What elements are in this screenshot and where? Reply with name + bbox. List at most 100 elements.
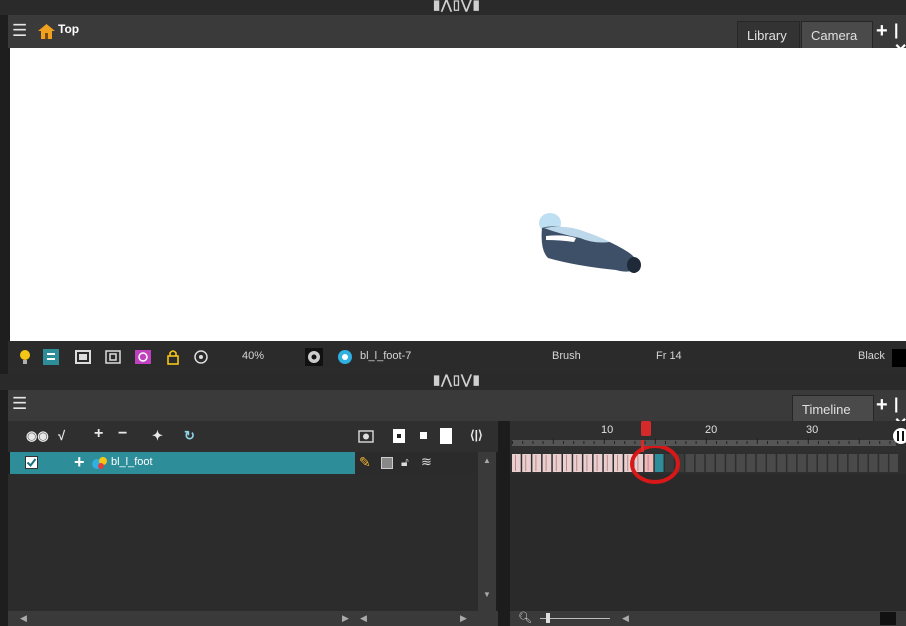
zoom-level[interactable]: 40%	[242, 350, 264, 362]
color-swatch[interactable]	[892, 349, 906, 367]
top-panel-splitter[interactable]: ▮⋀▯⋁▮	[0, 0, 906, 15]
frame-cell	[848, 454, 858, 472]
white-block-icon[interactable]	[440, 428, 452, 444]
tab-camera[interactable]: Camera	[801, 21, 873, 48]
frame-cell	[807, 454, 817, 472]
zoom-slider-track[interactable]	[540, 618, 610, 619]
ruler-ticks	[512, 438, 896, 446]
panel-collapse-controls[interactable]: ▮⋀▯⋁▮	[433, 372, 497, 388]
layer-enable-checkbox[interactable]	[25, 456, 38, 469]
color-swatch-icon[interactable]	[381, 457, 393, 469]
scroll-right-icon[interactable]: ▶	[460, 613, 467, 624]
zoom-slider-handle[interactable]	[546, 613, 550, 623]
camera-view-header: ☰ Top Library Camera + |✕	[8, 15, 906, 59]
plus-icon[interactable]: +	[876, 21, 888, 41]
frame-cell	[869, 454, 878, 472]
scroll-up-icon[interactable]: ▲	[483, 456, 491, 465]
frame-cell	[746, 454, 756, 472]
layer-horizontal-scrollbar[interactable]: ◀ ▶ ◀ ▶	[8, 611, 498, 626]
panel-collapse-controls[interactable]: ▮⋀▯⋁▮	[433, 0, 497, 13]
frame-icon[interactable]	[74, 348, 92, 366]
lock-icon[interactable]	[164, 348, 182, 366]
mask-icon[interactable]	[134, 348, 152, 366]
show-hide-all-icon[interactable]: ◉◉	[26, 428, 49, 444]
frame-cell-divider	[545, 455, 547, 471]
frame-cell-divider	[576, 455, 578, 471]
light-table-icon[interactable]	[16, 348, 34, 366]
lock-icon[interactable]: 🔓︎	[401, 455, 409, 470]
frame-cell	[716, 454, 725, 472]
scroll-right-icon[interactable]: ▶	[342, 613, 349, 624]
frame-cell	[797, 454, 807, 472]
frame-ruler[interactable]: 10 20 30	[510, 421, 906, 452]
frame-cell-divider	[555, 455, 557, 471]
zoom-icon[interactable]: 🔍︎	[518, 611, 532, 624]
add-peg-icon[interactable]: ✦	[152, 428, 163, 444]
tab-timeline[interactable]: Timeline	[792, 395, 874, 421]
frame-cell	[777, 454, 786, 472]
frame-cell	[532, 454, 542, 472]
frame-cell	[685, 454, 695, 472]
timeline-splitter[interactable]	[498, 421, 510, 626]
small-square-icon[interactable]	[420, 432, 427, 439]
frame-cell	[838, 454, 848, 472]
frame-cell-divider	[525, 455, 527, 471]
frame-cell-divider	[515, 455, 516, 471]
frame-cell	[573, 454, 582, 472]
camera-icon[interactable]	[358, 429, 374, 443]
ruler-tick-label: 10	[601, 424, 614, 436]
end-marker-icon[interactable]	[892, 427, 906, 445]
frames-horizontal-scrollbar[interactable]: 🔍︎ ◀	[510, 611, 906, 626]
pencil-icon[interactable]: ✎	[359, 454, 371, 471]
scroll-left-icon[interactable]: ◀	[622, 613, 629, 624]
frame-cell	[726, 454, 735, 472]
remove-layer-icon[interactable]: −	[118, 425, 127, 443]
add-layer-icon[interactable]: +	[94, 425, 103, 443]
layer-row[interactable]: + bl_l_foot ✎ 🔓︎ ≋	[10, 452, 490, 474]
layer-toolbar: ◉◉ √ + − ✦ ↻ ⟨|⟩	[8, 421, 498, 452]
enable-layers-icon[interactable]: √	[58, 428, 65, 443]
foot-drawing[interactable]	[536, 208, 646, 282]
frame-cell	[593, 454, 603, 472]
frame-cell-divider	[617, 455, 618, 471]
frame-cell	[828, 454, 837, 472]
gear-icon[interactable]	[305, 348, 323, 366]
layer-name[interactable]: bl_l_foot	[111, 456, 153, 468]
safe-area-icon[interactable]	[104, 348, 122, 366]
layer-frame-track[interactable]	[510, 446, 906, 484]
frame-indicator: Fr 14	[656, 350, 682, 362]
frame-cell	[736, 454, 746, 472]
plus-icon[interactable]: +	[876, 395, 888, 415]
frame-cell	[695, 454, 705, 472]
highlight-circle	[630, 446, 680, 484]
camera-toolbar: 40% bl_l_foot-7 Brush Fr 14 Black	[8, 341, 906, 374]
frame-cell	[879, 454, 888, 472]
tab-library[interactable]: Library	[737, 21, 800, 48]
scroll-left-icon[interactable]: ◀	[20, 613, 27, 624]
frame-cell	[614, 454, 623, 472]
scroll-down-icon[interactable]: ▼	[483, 590, 491, 599]
frame-cell	[542, 454, 552, 472]
frame-cell	[603, 454, 613, 472]
frame-cell	[767, 454, 776, 472]
expand-layer-icon[interactable]: +	[74, 452, 85, 473]
keyframe-mode-icon[interactable]	[392, 428, 406, 444]
hamburger-menu-icon[interactable]: ☰	[12, 21, 32, 41]
layer-vertical-scrollbar[interactable]: ▲ ▼	[478, 452, 496, 611]
middle-panel-splitter[interactable]: ▮⋀▯⋁▮	[0, 372, 906, 390]
layers-stack-icon[interactable]: ≋	[421, 454, 432, 470]
camera-stage[interactable]	[10, 48, 906, 341]
view-title: Top	[58, 22, 80, 36]
house-icon[interactable]	[38, 24, 55, 39]
onion-skin-icon[interactable]	[42, 348, 60, 366]
scroll-thumb[interactable]	[880, 612, 896, 625]
scroll-left-icon[interactable]: ◀	[360, 613, 367, 624]
playhead-marker[interactable]	[640, 421, 652, 439]
expand-columns-icon[interactable]: ⟨|⟩	[470, 428, 483, 442]
frame-cells[interactable]	[510, 452, 906, 474]
color-name: Black	[858, 350, 885, 362]
reset-view-icon[interactable]	[192, 348, 210, 366]
layer-list	[8, 474, 478, 611]
hamburger-menu-icon[interactable]: ☰	[12, 394, 27, 414]
add-drawing-icon[interactable]: ↻	[184, 428, 195, 444]
